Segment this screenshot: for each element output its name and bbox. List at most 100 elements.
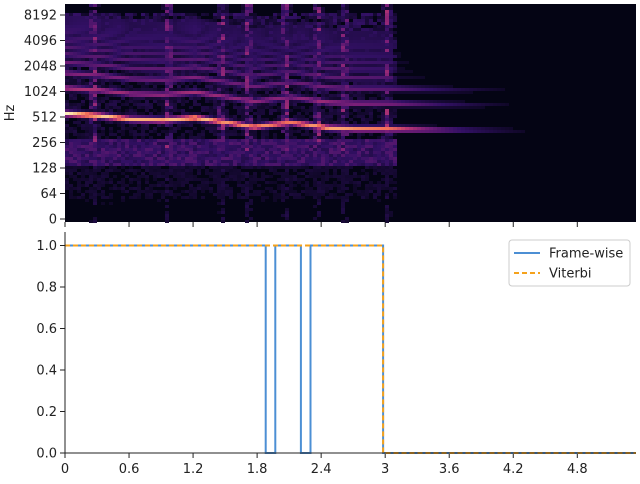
spectrogram-cell	[393, 52, 397, 55]
spectrogram-cell	[361, 13, 365, 16]
spectrogram-cell	[281, 28, 285, 31]
spectrogram-cell	[173, 94, 177, 97]
spectrogram-cell	[257, 139, 261, 142]
spectrogram-cell	[249, 115, 253, 118]
spectrogram-cell	[377, 82, 381, 85]
spectrogram-cell	[93, 55, 97, 58]
spectrogram-cell	[81, 58, 85, 61]
spectrogram-cell	[93, 175, 97, 178]
spectrogram-cell	[185, 13, 189, 16]
spectrogram-cell	[273, 88, 277, 91]
spectrogram-cell	[165, 142, 169, 145]
spectrogram-cell	[365, 148, 369, 151]
spectrogram-cell	[277, 25, 281, 28]
spectrogram-cell	[213, 46, 217, 49]
spectrogram-cell	[209, 142, 213, 145]
spectrogram-cell	[81, 88, 85, 91]
spectrogram-cell	[421, 127, 425, 130]
spectrogram-cell	[77, 115, 81, 118]
spectrogram-cell	[369, 157, 373, 160]
spectrogram-cell	[245, 121, 249, 124]
spectrogram-cell	[265, 151, 269, 154]
spectrogram-cell	[389, 97, 393, 100]
spectrogram-cell	[313, 73, 317, 76]
spectrogram-cell	[221, 61, 225, 64]
spectrogram-cell	[137, 46, 141, 49]
spectrogram-cell	[281, 49, 285, 52]
spectrogram-cell	[181, 67, 185, 70]
spectrogram-cell	[129, 121, 133, 124]
spectrogram-cell	[85, 181, 89, 184]
spectrogram-cell	[65, 16, 69, 19]
spectrogram-cell	[381, 118, 385, 121]
spectrogram-cell	[209, 22, 213, 25]
spectrogram-cell	[257, 178, 261, 181]
spectrogram-cell	[269, 22, 273, 25]
spectrogram-cell	[77, 166, 81, 169]
spectrogram-cell	[273, 61, 277, 64]
spectrogram-cell	[161, 82, 165, 85]
spectrogram-cell	[373, 58, 377, 61]
spectrogram-cell	[377, 73, 381, 76]
spectrogram-cell	[149, 40, 153, 43]
spectrogram-cell	[301, 190, 305, 193]
spectrogram-cell	[245, 112, 249, 115]
spectrogram-cell	[313, 148, 317, 151]
spectrogram-cell	[201, 115, 205, 118]
spectrogram-cell	[501, 88, 505, 91]
spectrogram-cell	[357, 160, 361, 163]
spectrogram-cell	[117, 181, 121, 184]
spectrogram-cell	[169, 73, 173, 76]
spectrogram-cell	[197, 154, 201, 157]
spectrogram-cell	[213, 148, 217, 151]
spectrogram-cell	[109, 64, 113, 67]
spectrogram-cell	[333, 28, 337, 31]
spectrogram-cell	[221, 49, 225, 52]
spectrogram-cell	[169, 79, 173, 82]
spectrogram-cell	[165, 130, 169, 133]
spectrogram-cell	[137, 193, 141, 196]
spectrogram-cell	[197, 58, 201, 61]
spectrogram-cell	[193, 31, 197, 34]
spectrogram-cell	[137, 184, 141, 187]
spectrogram-cell	[153, 82, 157, 85]
spectrogram-cell	[189, 106, 193, 109]
spectrogram-cell	[317, 175, 321, 178]
spectrogram-cell	[89, 124, 93, 127]
spectrogram-cell	[113, 175, 117, 178]
spectrogram-cell	[181, 61, 185, 64]
spectrogram-cell	[373, 43, 377, 46]
spectrogram-cell	[201, 166, 205, 169]
spectrogram-cell	[429, 85, 433, 88]
spectrogram-cell	[89, 139, 93, 142]
spectrogram-cell	[253, 127, 257, 130]
spectrogram-cell	[81, 154, 85, 157]
spectrogram-cell	[205, 169, 209, 172]
spectrogram-cell	[365, 190, 369, 193]
spectrogram-cell	[289, 10, 293, 13]
spectrogram-cell	[413, 130, 417, 133]
spectrogram-cell	[197, 16, 201, 19]
spectrogram-cell	[173, 193, 177, 196]
spectrogram-cell	[189, 73, 193, 76]
spectrogram-cell	[373, 40, 377, 43]
spectrogram-cell	[85, 127, 89, 130]
spectrogram-cell	[93, 16, 97, 19]
spectrogram-cell	[281, 4, 285, 7]
spectrogram-cell	[97, 139, 101, 142]
spectrogram-cell	[113, 106, 117, 109]
spectrogram-cell	[89, 100, 93, 103]
spectrogram-cell	[229, 151, 233, 154]
spectrogram-cell	[85, 46, 89, 49]
spectrogram-cell	[137, 67, 141, 70]
spectrogram-cell	[225, 175, 229, 178]
spectrogram-cell	[237, 121, 241, 124]
spectrogram-cell	[321, 64, 325, 67]
spectrogram-cell	[237, 106, 241, 109]
spectrogram-cell	[257, 25, 261, 28]
spectrogram-cell	[369, 70, 373, 73]
spectrogram-cell	[105, 22, 109, 25]
spectrogram-cell	[305, 94, 309, 97]
spectrogram-cell	[93, 145, 97, 148]
spectrogram-cell	[257, 151, 261, 154]
